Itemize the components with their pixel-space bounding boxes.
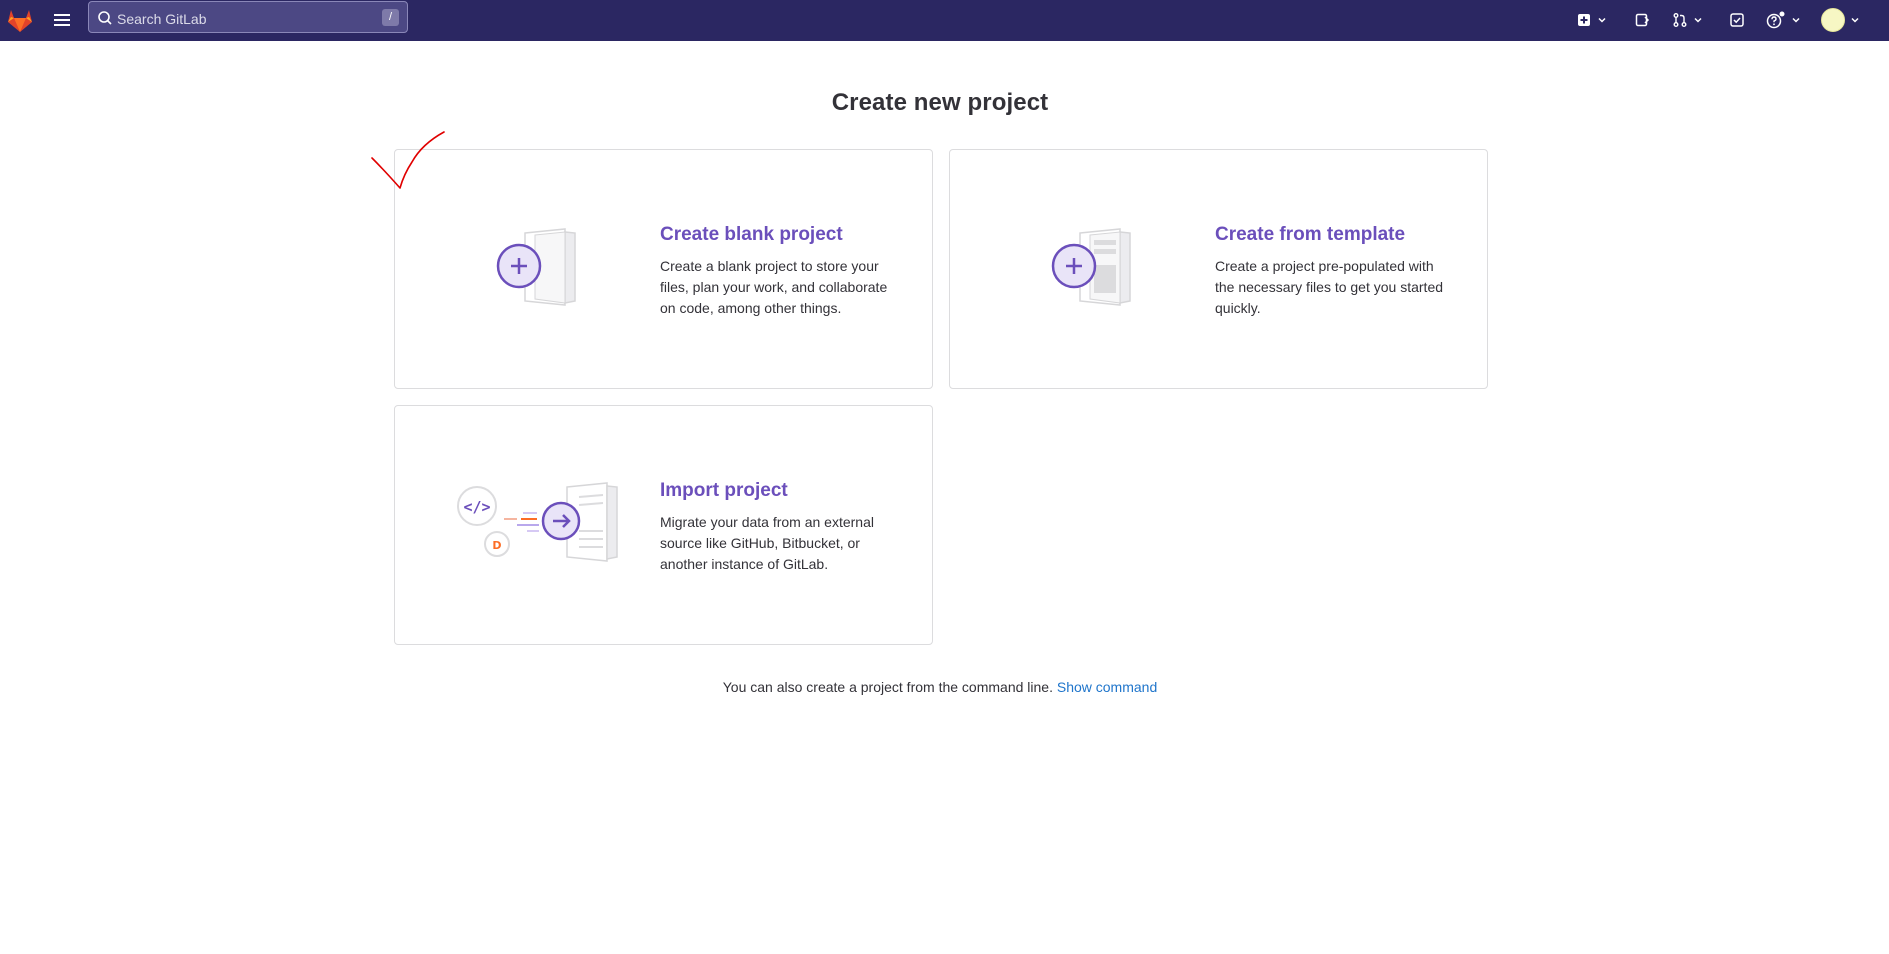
help-dropdown[interactable] xyxy=(1766,6,1802,34)
page-title: Create new project xyxy=(831,89,1049,116)
show-command-link[interactable]: Show command xyxy=(1057,679,1157,695)
card-title[interactable]: Create from template xyxy=(1215,224,1405,246)
search-placeholder: Search GitLab xyxy=(117,11,207,27)
issues-button[interactable] xyxy=(1634,6,1650,34)
card-title[interactable]: Create blank project xyxy=(660,224,843,246)
card-description: Create a project pre-populated with the … xyxy=(1215,258,1444,316)
command-line-hint: You can also create a project from the c… xyxy=(0,679,1880,695)
svg-text:</>: </> xyxy=(463,498,490,516)
top-navigation-bar: Search GitLab / xyxy=(0,0,1889,41)
card-description: Create a blank project to store your fil… xyxy=(660,258,888,316)
gitlab-logo[interactable] xyxy=(5,5,35,35)
hamburger-menu-icon[interactable] xyxy=(50,8,74,32)
create-from-template-card[interactable]: Create from template Create a project pr… xyxy=(949,149,1488,389)
chevron-down-icon xyxy=(1792,17,1800,23)
merge-request-icon xyxy=(1673,13,1687,27)
search-icon xyxy=(98,11,112,25)
search-shortcut-key: / xyxy=(382,9,399,26)
create-new-dropdown[interactable] xyxy=(1576,6,1608,34)
merge-requests-dropdown[interactable] xyxy=(1672,6,1704,34)
red-checkmark-annotation xyxy=(371,131,445,189)
plus-square-icon xyxy=(1578,14,1590,26)
chevron-down-icon xyxy=(1851,17,1859,23)
help-icon xyxy=(1766,11,1785,29)
chevron-down-icon xyxy=(1694,17,1702,23)
create-blank-project-card[interactable]: Create blank project Create a blank proj… xyxy=(394,149,933,389)
import-project-card[interactable]: </> D Import project Migrate your data f… xyxy=(394,405,933,645)
command-line-text: You can also create a project from the c… xyxy=(722,679,1053,695)
avatar xyxy=(1821,8,1845,32)
card-title[interactable]: Import project xyxy=(660,480,788,502)
svg-text:D: D xyxy=(492,539,501,552)
blank-project-illustration xyxy=(496,228,576,306)
todo-checkbox-icon xyxy=(1730,13,1744,27)
search-input[interactable]: Search GitLab / xyxy=(88,1,408,33)
card-description: Migrate your data from an external sourc… xyxy=(660,514,874,572)
user-menu-dropdown[interactable] xyxy=(1821,6,1861,34)
chevron-down-icon xyxy=(1598,17,1606,23)
template-project-illustration xyxy=(1051,228,1131,306)
import-project-illustration: </> D xyxy=(457,482,618,562)
issues-icon xyxy=(1635,13,1650,27)
todos-button[interactable] xyxy=(1729,6,1745,34)
